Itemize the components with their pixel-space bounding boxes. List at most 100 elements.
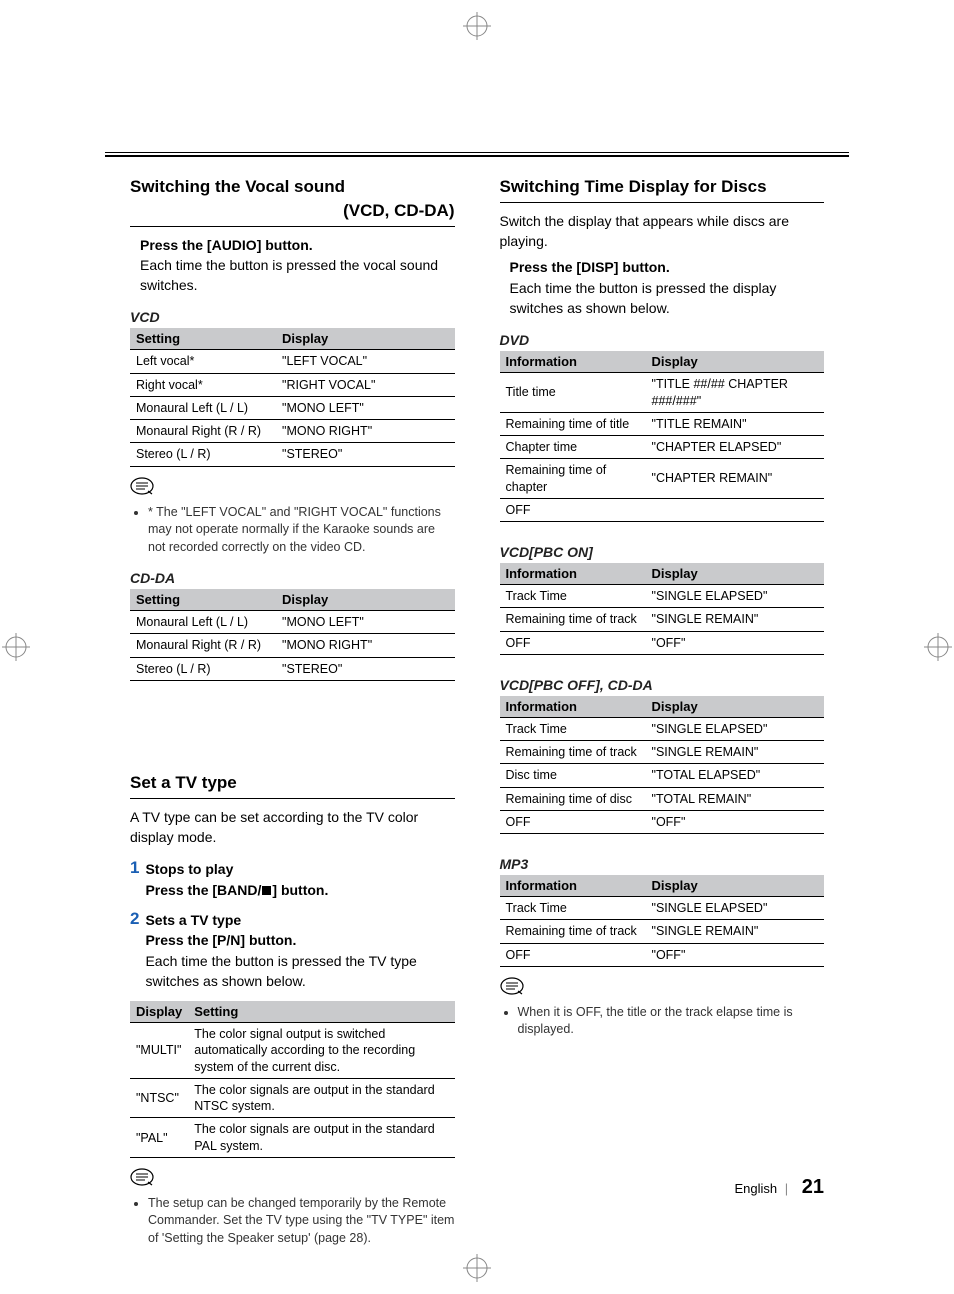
table-cell [646,498,824,521]
cdda-label: CD-DA [130,570,455,586]
table-cell: Monaural Left (L / L) [130,396,276,419]
cdda-th-setting: Setting [130,589,276,611]
footer-sep: | [785,1181,788,1196]
registration-mark-left [2,633,30,661]
table-cell: "SINGLE ELAPSED" [646,897,824,920]
table-cell: OFF [500,498,646,521]
cdda-table: Setting Display Monaural Left (L / L)"MO… [130,589,455,681]
table-cell: "STEREO" [276,443,454,466]
table-cell: "RIGHT VOCAL" [276,373,454,396]
tvtype-note-list: The setup can be changed temporarily by … [130,1195,455,1248]
top-rule-thick [105,155,849,157]
right-column: Switching Time Display for Discs Switch … [500,175,825,1249]
table-cell: The color signals are output in the stan… [188,1118,454,1158]
table-cell: Monaural Left (L / L) [130,611,276,634]
table-cell: Remaining time of track [500,741,646,764]
table-row: Stereo (L / R)"STEREO" [130,657,455,680]
vcdoff-th-disp: Display [646,696,824,718]
table-row: Left vocal*"LEFT VOCAL" [130,350,455,373]
table-cell: "SINGLE ELAPSED" [646,717,824,740]
table-row: Monaural Left (L / L)"MONO LEFT" [130,396,455,419]
tvtype-th-display: Display [130,1001,188,1023]
dvd-label: DVD [500,332,825,348]
table-cell: OFF [500,810,646,833]
page-content: Switching the Vocal sound (VCD, CD-DA) P… [130,175,824,1249]
table-cell: Right vocal* [130,373,276,396]
vocal-heading: Switching the Vocal sound (VCD, CD-DA) [130,175,455,227]
tvtype-table: Display Setting "MULTI"The color signal … [130,1001,455,1158]
step2-title: Sets a TV type [145,910,454,930]
mp3-th-disp: Display [646,875,824,897]
table-cell: "STEREO" [276,657,454,680]
table-cell: The color signals are output in the stan… [188,1078,454,1118]
table-cell: Remaining time of track [500,608,646,631]
table-cell: "LEFT VOCAL" [276,350,454,373]
step1-number: 1 [130,859,139,900]
table-row: Track Time"SINGLE ELAPSED" [500,897,825,920]
table-cell: "OFF" [646,943,824,966]
tvtype-th-setting: Setting [188,1001,454,1023]
step1-action: Press the [BAND/] button. [145,880,454,900]
table-cell: "MONO RIGHT" [276,634,454,657]
table-row: OFF [500,498,825,521]
table-row: Remaining time of chapter"CHAPTER REMAIN… [500,459,825,499]
table-cell: Monaural Right (R / R) [130,634,276,657]
vcd-on-label: VCD[PBC ON] [500,544,825,560]
vcd-th-display: Display [276,328,454,350]
vcdon-th-disp: Display [646,563,824,585]
registration-mark-top [463,12,491,40]
registration-mark-bottom [463,1254,491,1282]
table-row: OFF"OFF" [500,810,825,833]
vcd-off-table: Information Display Track Time"SINGLE EL… [500,696,825,834]
page-footer: English | 21 [734,1176,824,1199]
table-row: Stereo (L / R)"STEREO" [130,443,455,466]
time-instruction: Press the [DISP] button. Each time the b… [500,257,825,318]
table-cell: The color signal output is switched auto… [188,1023,454,1079]
table-cell: Stereo (L / R) [130,657,276,680]
table-cell: OFF [500,943,646,966]
vocal-instruction: Press the [AUDIO] button. Each time the … [130,235,455,296]
mp3-table: Information Display Track Time"SINGLE EL… [500,875,825,967]
dvd-table: Information Display Title time"TITLE ##/… [500,351,825,522]
table-cell: Remaining time of title [500,412,646,435]
table-cell: "CHAPTER ELAPSED" [646,436,824,459]
table-cell: "OFF" [646,631,824,654]
table-cell: Monaural Right (R / R) [130,420,276,443]
table-row: Right vocal*"RIGHT VOCAL" [130,373,455,396]
vocal-press: Press the [AUDIO] button. [140,235,455,255]
step2-action: Press the [P/N] button. [145,930,454,950]
table-row: Remaining time of track"SINGLE REMAIN" [500,920,825,943]
table-row: Chapter time"CHAPTER ELAPSED" [500,436,825,459]
table-row: Monaural Left (L / L)"MONO LEFT" [130,611,455,634]
table-row: Track Time"SINGLE ELAPSED" [500,717,825,740]
table-cell: Track Time [500,717,646,740]
table-cell: "TOTAL ELAPSED" [646,764,824,787]
table-cell: "MONO RIGHT" [276,420,454,443]
dvd-th-disp: Display [646,351,824,373]
vcdon-th-info: Information [500,563,646,585]
top-rule-thin [105,152,849,153]
vcd-note: * The "LEFT VOCAL" and "RIGHT VOCAL" fun… [148,504,455,557]
table-cell: Stereo (L / R) [130,443,276,466]
table-row: Monaural Right (R / R)"MONO RIGHT" [130,634,455,657]
tvtype-heading: Set a TV type [130,771,455,799]
step2-number: 2 [130,910,139,991]
time-note-list: When it is OFF, the title or the track e… [500,1004,825,1039]
vcd-table: Setting Display Left vocal*"LEFT VOCAL"R… [130,328,455,466]
vcd-label: VCD [130,309,455,325]
table-cell: "MONO LEFT" [276,611,454,634]
stop-icon [262,886,271,895]
mp3-label: MP3 [500,856,825,872]
vocal-desc: Each time the button is pressed the voca… [140,255,455,296]
vocal-heading-line2: (VCD, CD-DA) [130,199,455,223]
tvtype-step1: 1 Stops to play Press the [BAND/] button… [130,859,455,900]
table-cell: Remaining time of chapter [500,459,646,499]
table-cell: Chapter time [500,436,646,459]
vcd-on-table: Information Display Track Time"SINGLE EL… [500,563,825,655]
footer-lang: English [734,1181,777,1196]
table-cell: "MULTI" [130,1023,188,1079]
tvtype-note: The setup can be changed temporarily by … [148,1195,455,1248]
table-cell: "SINGLE REMAIN" [646,741,824,764]
vcd-th-setting: Setting [130,328,276,350]
registration-mark-right [924,633,952,661]
